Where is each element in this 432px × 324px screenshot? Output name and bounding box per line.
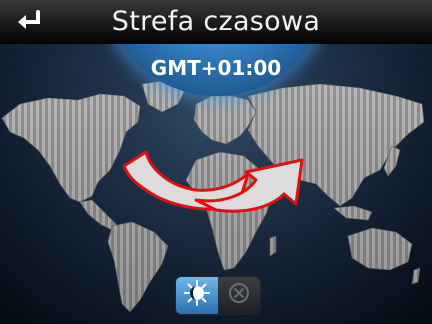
- timezone-screen: Strefa czasowa GMT+01:00: [0, 0, 432, 324]
- circle-x-icon: [228, 282, 250, 309]
- sun-moon-icon: [184, 280, 210, 311]
- summer-time-off-button[interactable]: [218, 277, 260, 314]
- swipe-right-arrow[interactable]: [194, 158, 304, 213]
- summer-time-toggle[interactable]: [175, 276, 261, 315]
- summer-time-on-button[interactable]: [176, 277, 218, 314]
